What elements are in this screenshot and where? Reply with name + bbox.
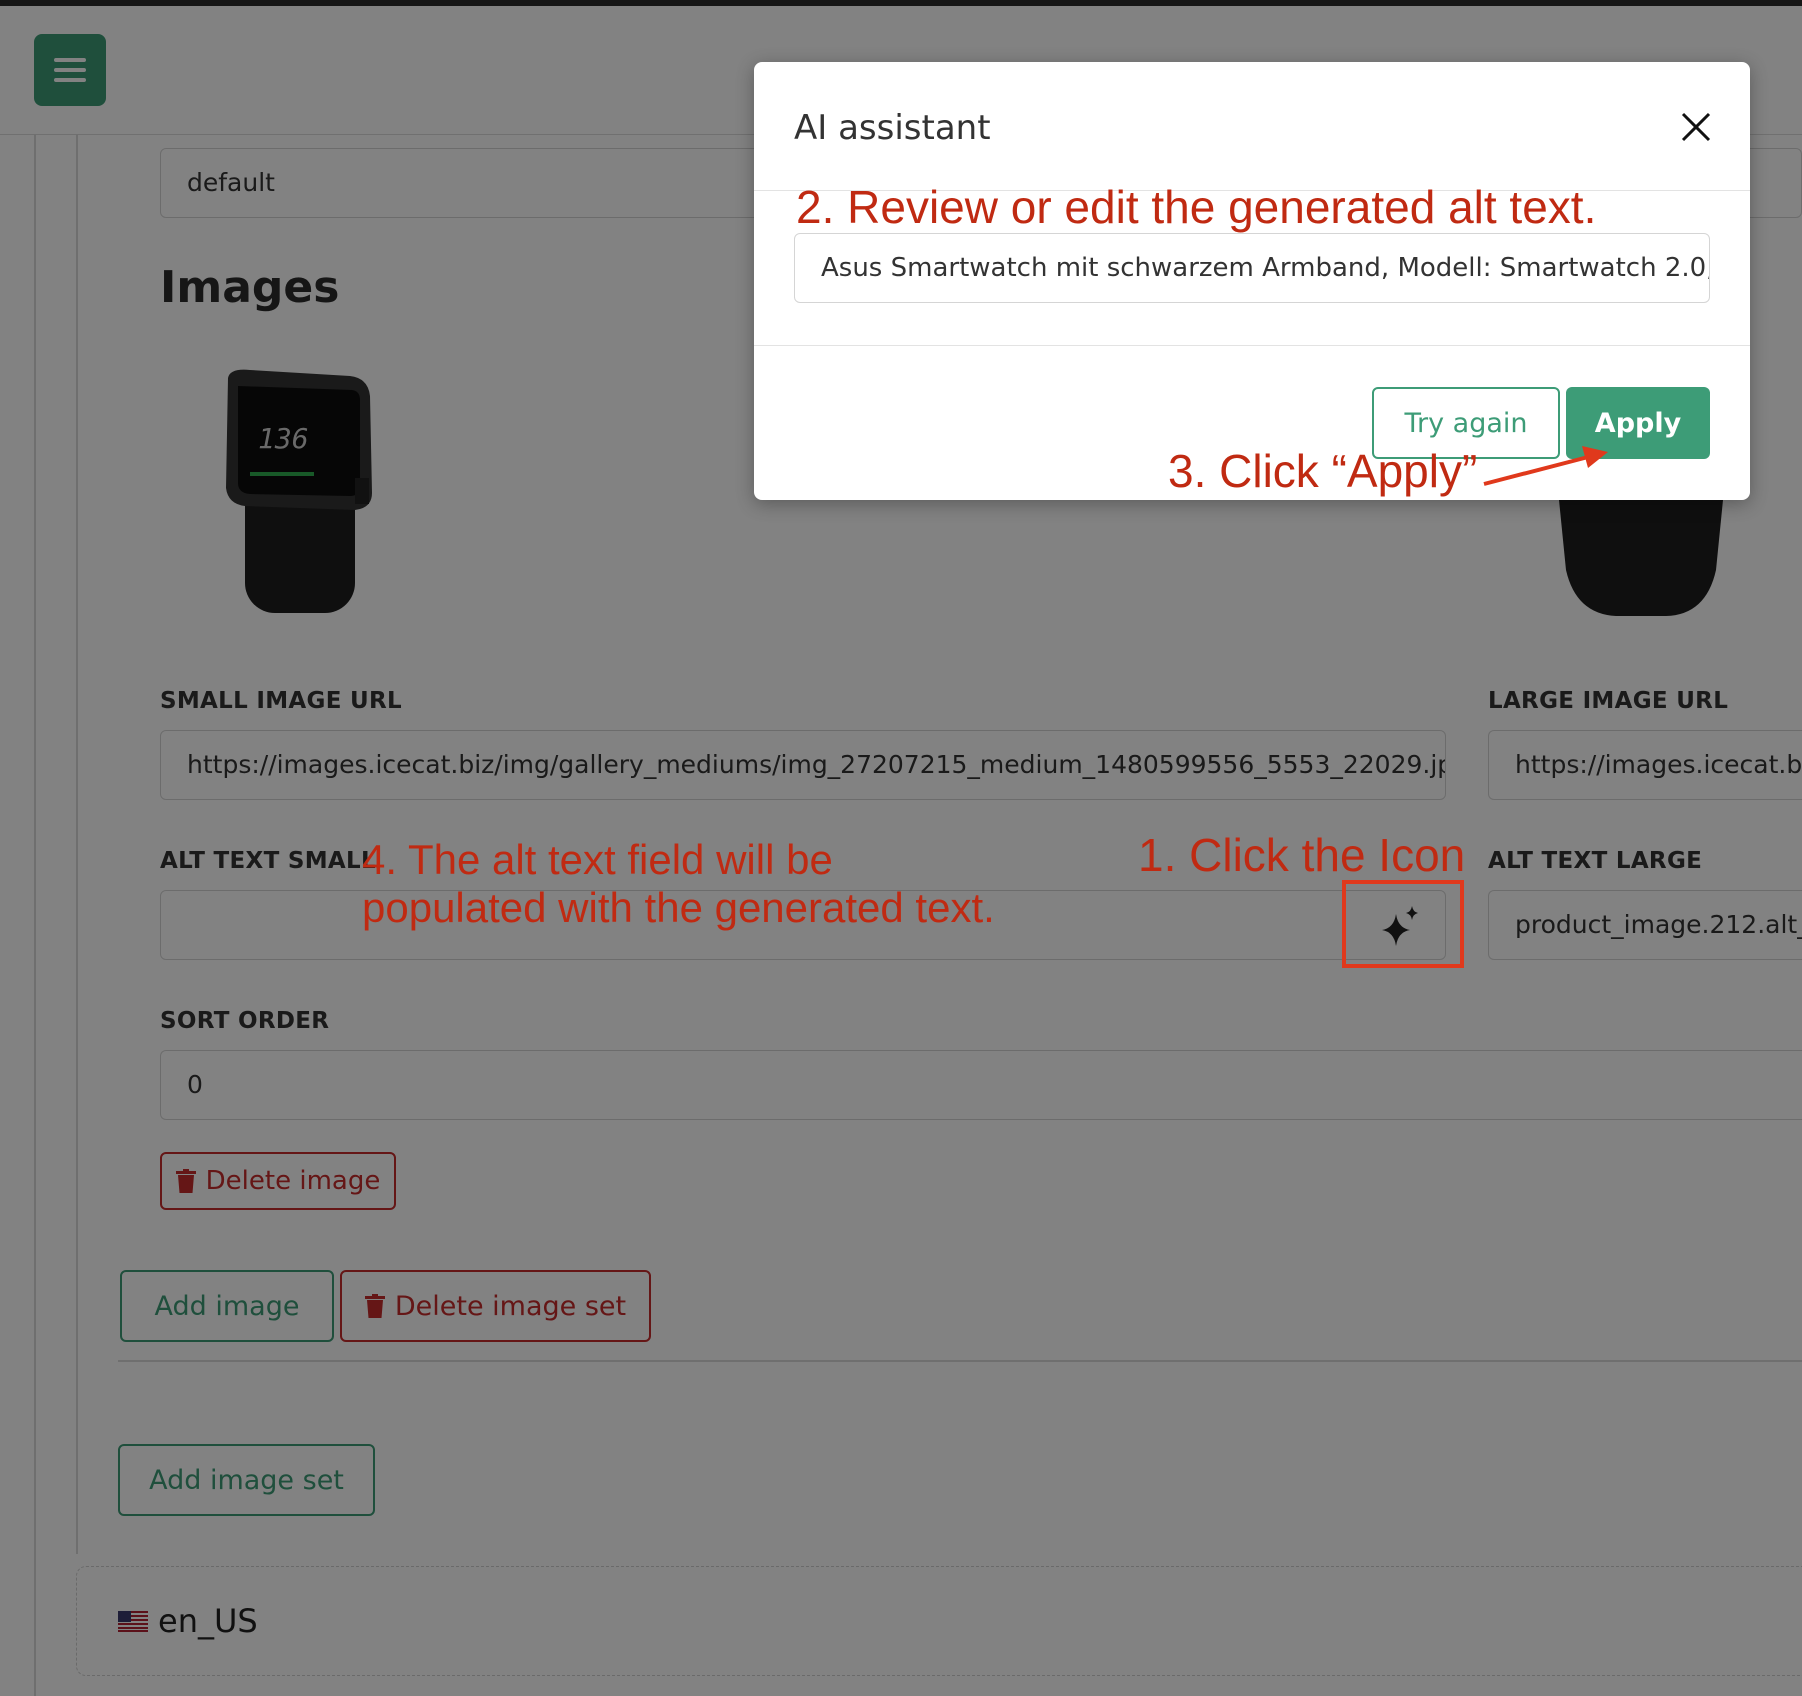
close-icon[interactable]: [1679, 110, 1713, 144]
modal-title: AI assistant: [794, 108, 991, 148]
apply-label: Apply: [1594, 407, 1682, 439]
try-again-label: Try again: [1404, 407, 1528, 439]
modal-footer-divider: [754, 345, 1750, 346]
icon-highlight-box: [1342, 880, 1464, 968]
apply-button[interactable]: Apply: [1566, 387, 1710, 459]
annotation-step-4-line-2: populated with the generated text.: [362, 884, 995, 931]
ai-assistant-modal: AI assistant Asus Smartwatch mit schwarz…: [754, 62, 1750, 500]
generated-alt-text-input[interactable]: Asus Smartwatch mit schwarzem Armband, M…: [794, 233, 1710, 303]
annotation-step-2: 2. Review or edit the generated alt text…: [796, 181, 1597, 233]
annotation-step-3: 3. Click “Apply”: [1168, 445, 1478, 497]
annotation-step-4-line-1: 4. The alt text field will be: [362, 836, 833, 883]
annotation-step-1: 1. Click the Icon: [1138, 829, 1466, 881]
